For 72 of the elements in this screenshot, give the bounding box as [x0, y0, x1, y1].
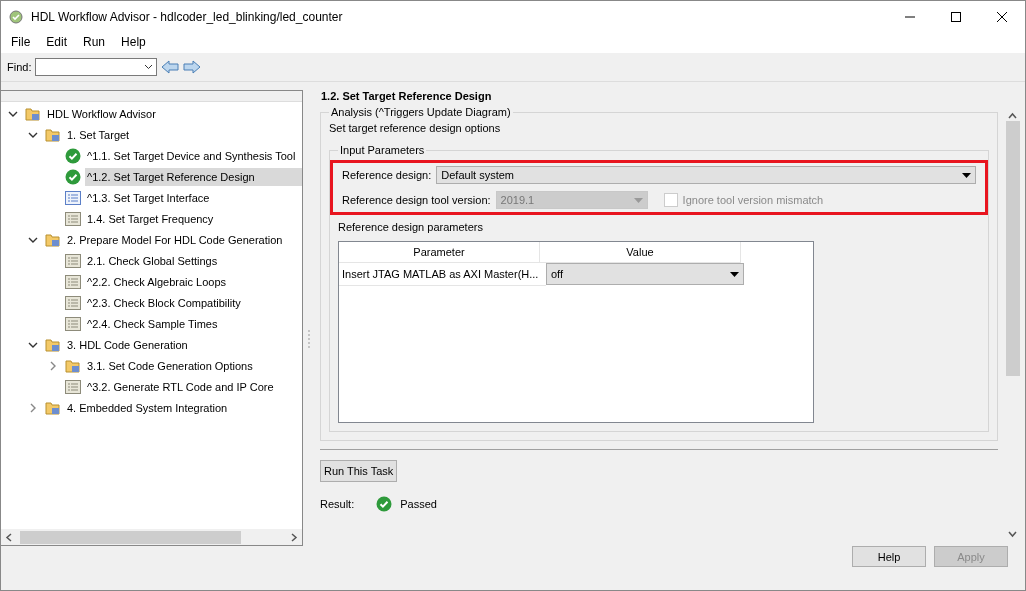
chevron-right-icon[interactable]	[28, 402, 38, 413]
tree-item[interactable]: 4. Embedded System Integration	[65, 398, 230, 417]
close-icon	[997, 12, 1007, 22]
tree-item[interactable]: ^2.3. Check Block Compatibility	[85, 293, 243, 312]
tree-item[interactable]: 3.1. Set Code Generation Options	[85, 356, 255, 375]
list-icon	[65, 274, 81, 289]
tree-item[interactable]: ^1.1. Set Target Device and Synthesis Tool	[85, 146, 298, 165]
folder-icon	[25, 105, 41, 122]
app-icon	[9, 10, 23, 24]
value-dropdown[interactable]: off	[546, 263, 744, 285]
chevron-down-icon[interactable]	[144, 64, 154, 70]
splitter-grip-icon[interactable]	[307, 330, 310, 350]
parameters-label: Reference design parameters	[338, 221, 484, 233]
reference-design-label: Reference design:	[342, 169, 432, 181]
tree-item[interactable]: HDL Workflow Advisor	[45, 104, 158, 123]
forward-arrow-icon[interactable]	[183, 60, 202, 74]
folder-icon	[45, 231, 61, 248]
find-field[interactable]	[35, 58, 158, 76]
folder-icon	[45, 336, 61, 353]
tree-item[interactable]: 1.4. Set Target Frequency	[85, 209, 216, 228]
scroll-left-icon[interactable]	[5, 532, 12, 542]
maximize-icon	[951, 12, 961, 22]
checkbox-label: Ignore tool version mismatch	[682, 194, 824, 206]
menu-item[interactable]: File	[3, 33, 39, 53]
result-status: Passed	[400, 498, 437, 510]
column-header[interactable]: Parameter	[339, 242, 540, 263]
horizontal-scrollbar[interactable]	[1, 529, 302, 545]
table-cell: Insert JTAG MATLAB as AXI Master(H...	[339, 263, 546, 286]
tree-item[interactable]: 2.1. Check Global Settings	[85, 251, 220, 270]
window-title: HDL Workflow Advisor - hdlcoder_led_blinking/led_counter	[31, 10, 344, 24]
input-parameters-legend: Input Parameters	[338, 144, 427, 156]
scrollbar-thumb[interactable]	[1005, 121, 1020, 376]
list-icon	[65, 316, 81, 331]
menu-item[interactable]: Edit	[38, 33, 76, 53]
list-icon	[65, 253, 81, 268]
tree-item[interactable]: ^2.4. Check Sample Times	[85, 314, 220, 333]
folder-icon	[65, 357, 81, 374]
menu-item[interactable]: Help	[113, 33, 154, 53]
scroll-down-icon[interactable]	[1008, 531, 1017, 538]
scrollbar-thumb[interactable]	[20, 531, 241, 544]
check-icon	[65, 168, 81, 185]
check-icon	[376, 496, 393, 512]
list-icon	[65, 211, 81, 226]
chevron-right-icon[interactable]	[48, 360, 58, 371]
tree-item[interactable]: ^1.2. Set Target Reference Design	[85, 167, 302, 186]
result-label: Result:	[320, 498, 355, 510]
run-task-button[interactable]: Run This Task	[320, 460, 398, 482]
scroll-up-icon[interactable]	[1008, 112, 1017, 119]
dialog-button[interactable]: Help	[852, 546, 926, 567]
check-icon	[65, 147, 81, 164]
tree-item[interactable]: 3. HDL Code Generation	[65, 335, 190, 354]
folder-icon	[45, 399, 61, 416]
reference-design-dropdown[interactable]: Default system	[436, 166, 976, 184]
tree-item[interactable]: 1. Set Target	[65, 125, 132, 144]
list-icon	[65, 379, 81, 394]
scroll-right-icon[interactable]	[291, 532, 298, 542]
list-icon	[65, 190, 81, 205]
folder-icon	[45, 126, 61, 143]
analysis-legend: Analysis (^Triggers Update Diagram)	[329, 106, 513, 118]
back-arrow-icon[interactable]	[161, 60, 180, 74]
dropdown-arrow-icon[interactable]	[962, 172, 971, 178]
task-title: 1.2. Set Target Reference Design	[320, 90, 493, 104]
tree-item[interactable]: ^2.2. Check Algebraic Loops	[85, 272, 229, 291]
tool-version-label: Reference design tool version:	[342, 194, 491, 206]
menu-item[interactable]: Run	[75, 33, 114, 53]
find-label: Find:	[7, 61, 32, 73]
list-icon	[65, 295, 81, 310]
tree-item[interactable]: ^3.2. Generate RTL Code and IP Core	[85, 377, 276, 396]
description-text: Set target reference design options	[329, 122, 502, 134]
tree-item[interactable]: ^1.3. Set Target Interface	[85, 188, 212, 207]
dropdown-arrow-icon[interactable]	[730, 271, 739, 277]
tree-item[interactable]: 2. Prepare Model For HDL Code Generation	[65, 230, 285, 249]
